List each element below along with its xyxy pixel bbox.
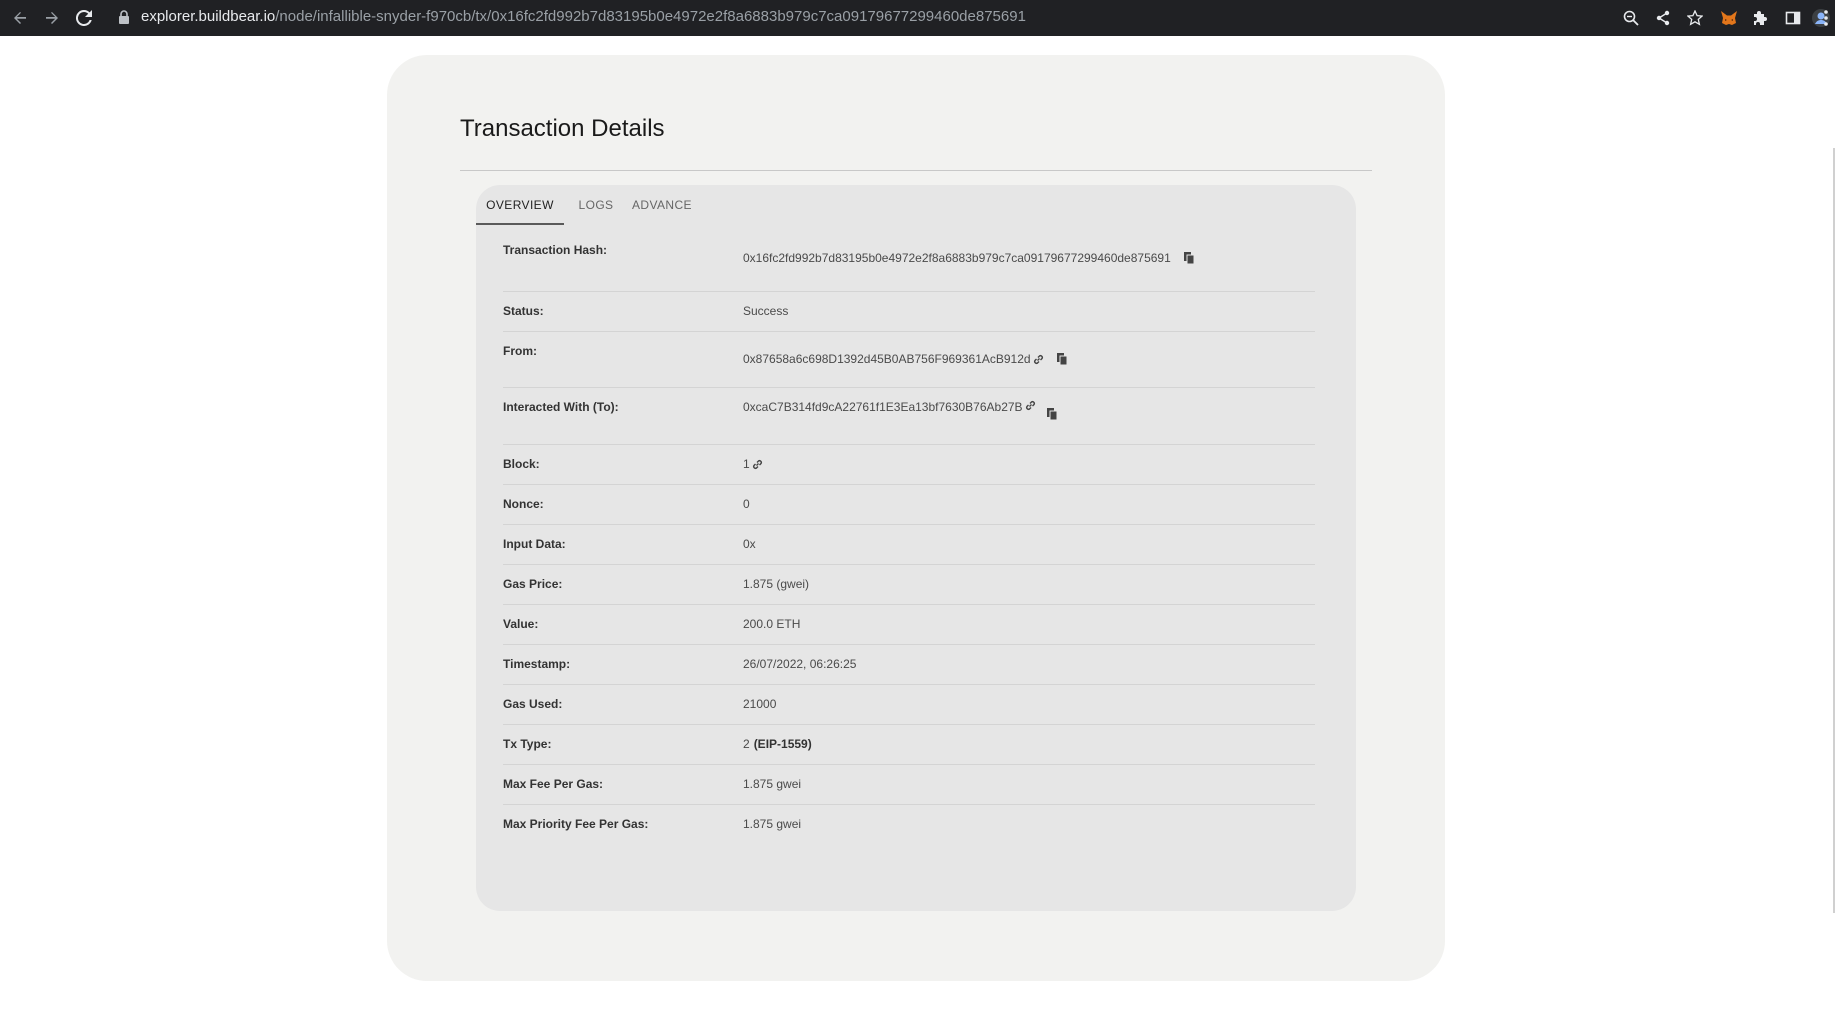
timestamp-label: Timestamp: — [503, 657, 571, 671]
tx-type-row-value: 2 (EIP-1559) — [743, 737, 812, 751]
row-interacted-with: Interacted With (To): 0xcaC7B314fd9cA227… — [503, 388, 1315, 445]
value-amount: 200.0 ETH — [743, 617, 801, 631]
menu-kebab-icon[interactable] — [1820, 6, 1832, 30]
reload-icon — [76, 10, 92, 26]
copy-icon[interactable] — [1046, 408, 1058, 421]
row-gas-price: Gas Price: 1.875 (gwei) — [503, 565, 1315, 605]
row-nonce: Nonce: 0 — [503, 485, 1315, 525]
to-row-value: 0xcaC7B314fd9cA22761f1E3Ea13bf7630B76Ab2… — [743, 400, 1058, 421]
arrow-left-icon — [14, 12, 26, 24]
tab-bar: OVERVIEW LOGS ADVANCE — [476, 185, 1356, 225]
row-input-data: Input Data: 0x — [503, 525, 1315, 565]
tab-advance[interactable]: ADVANCE — [628, 185, 696, 223]
to-label: Interacted With (To): — [503, 400, 619, 414]
details-panel: OVERVIEW LOGS ADVANCE Transaction Hash: … — [476, 185, 1356, 911]
details-list: Transaction Hash: 0x16fc2fd992b7d83195b0… — [503, 235, 1315, 844]
back-button[interactable] — [6, 4, 34, 32]
nonce-value: 0 — [743, 497, 750, 511]
reload-button[interactable] — [70, 4, 98, 32]
url-path: /node/infallible-snyder-f970cb/tx/0x16fc… — [275, 8, 1026, 25]
tx-type-value: 2 — [743, 737, 750, 751]
copy-icon[interactable] — [1183, 251, 1195, 265]
copy-icon[interactable] — [1056, 352, 1068, 366]
tab-overview[interactable]: OVERVIEW — [476, 185, 564, 225]
block-number-link[interactable]: 1 — [743, 457, 750, 471]
block-row-value: 1 — [743, 457, 763, 471]
row-transaction-hash: Transaction Hash: 0x16fc2fd992b7d83195b0… — [503, 235, 1315, 292]
extensions-puzzle-icon[interactable] — [1747, 4, 1775, 32]
forward-button[interactable] — [38, 4, 66, 32]
gas-used-label: Gas Used: — [503, 697, 563, 711]
metamask-extension-icon[interactable] — [1715, 4, 1743, 32]
status-label: Status: — [503, 304, 544, 318]
row-tx-type: Tx Type: 2 (EIP-1559) — [503, 725, 1315, 765]
link-icon[interactable] — [1033, 354, 1044, 365]
status-value: Success — [743, 304, 789, 318]
page-title: Transaction Details — [460, 115, 665, 142]
input-data-value: 0x — [743, 537, 756, 551]
side-panel-icon[interactable] — [1779, 4, 1807, 32]
link-icon[interactable] — [1025, 400, 1036, 411]
max-priority-value: 1.875 gwei — [743, 817, 802, 831]
arrow-right-icon — [46, 12, 58, 24]
input-data-label: Input Data: — [503, 537, 566, 551]
tx-hash-row-value: 0x16fc2fd992b7d83195b0e4972e2f8a6883b979… — [743, 251, 1195, 265]
row-max-fee: Max Fee Per Gas: 1.875 gwei — [503, 765, 1315, 805]
to-address-link[interactable]: 0xcaC7B314fd9cA22761f1E3Ea13bf7630B76Ab2… — [743, 400, 1023, 414]
max-fee-label: Max Fee Per Gas: — [503, 777, 604, 791]
from-address-link[interactable]: 0x87658a6c698D1392d45B0AB756F969361AcB91… — [743, 352, 1031, 366]
tx-hash-value: 0x16fc2fd992b7d83195b0e4972e2f8a6883b979… — [743, 251, 1171, 265]
row-value: Value: 200.0 ETH — [503, 605, 1315, 645]
from-label: From: — [503, 344, 537, 358]
max-priority-label: Max Priority Fee Per Gas: — [503, 817, 649, 831]
tab-logs[interactable]: LOGS — [568, 185, 624, 223]
row-from: From: 0x87658a6c698D1392d45B0AB756F96936… — [503, 332, 1315, 388]
url-host: explorer.buildbear.io — [141, 8, 276, 25]
zoom-icon[interactable] — [1617, 4, 1645, 32]
timestamp-value: 26/07/2022, 06:26:25 — [743, 657, 857, 671]
block-label: Block: — [503, 457, 540, 471]
browser-toolbar: explorer.buildbear.io/node/infallible-sn… — [0, 0, 1835, 36]
gas-used-value: 21000 — [743, 697, 777, 711]
bookmark-star-icon[interactable] — [1681, 4, 1709, 32]
gas-price-label: Gas Price: — [503, 577, 563, 591]
title-divider — [460, 170, 1372, 171]
address-bar[interactable]: explorer.buildbear.io/node/infallible-sn… — [141, 0, 1026, 36]
row-timestamp: Timestamp: 26/07/2022, 06:26:25 — [503, 645, 1315, 685]
gas-price-value: 1.875 (gwei) — [743, 577, 810, 591]
nonce-label: Nonce: — [503, 497, 544, 511]
tx-type-label: Tx Type: — [503, 737, 552, 751]
row-max-priority-fee: Max Priority Fee Per Gas: 1.875 gwei — [503, 805, 1315, 844]
value-label: Value: — [503, 617, 539, 631]
tx-type-name: (EIP-1559) — [753, 737, 812, 751]
link-icon[interactable] — [752, 459, 763, 470]
from-row-value: 0x87658a6c698D1392d45B0AB756F969361AcB91… — [743, 352, 1068, 366]
row-gas-used: Gas Used: 21000 — [503, 685, 1315, 725]
row-block: Block: 1 — [503, 445, 1315, 485]
row-status: Status: Success — [503, 292, 1315, 332]
transaction-card: Transaction Details OVERVIEW LOGS ADVANC… — [387, 55, 1445, 981]
max-fee-value: 1.875 gwei — [743, 777, 802, 791]
share-icon[interactable] — [1649, 4, 1677, 32]
tx-hash-label: Transaction Hash: — [503, 243, 608, 257]
lock-icon[interactable] — [118, 10, 130, 24]
